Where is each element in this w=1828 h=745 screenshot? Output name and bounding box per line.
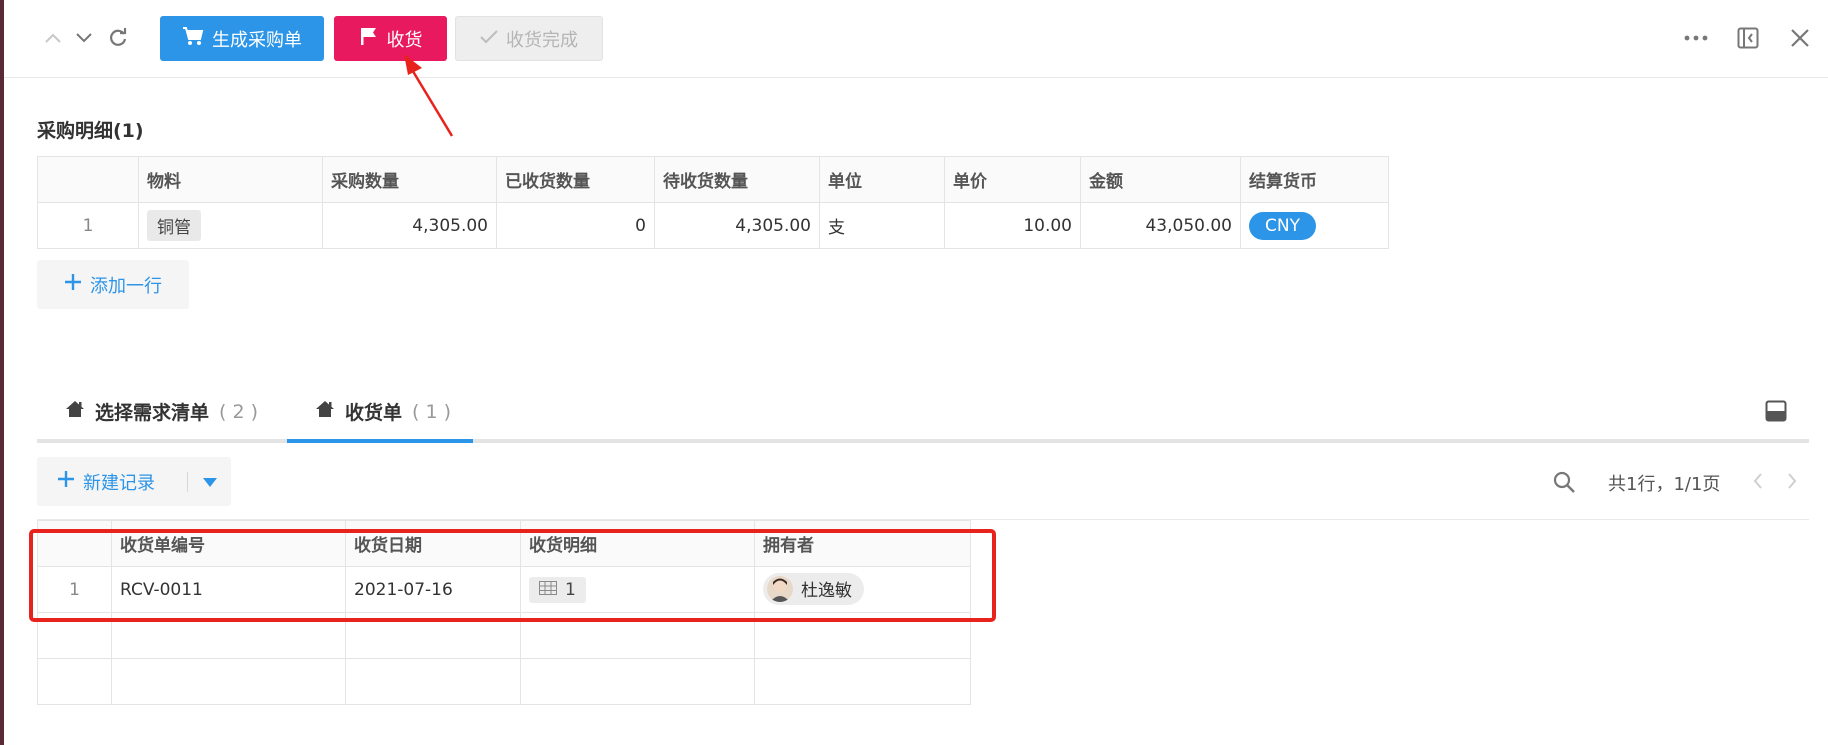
header-index [37, 156, 139, 203]
purchase-detail-table: 物料 采购数量 已收货数量 待收货数量 单位 单价 金额 结算货币 1 铜管 4… [37, 156, 1389, 249]
header-received[interactable]: 已收货数量 [496, 156, 655, 203]
header-currency[interactable]: 结算货币 [1240, 156, 1389, 203]
receive-done-button[interactable]: 收货完成 [455, 16, 603, 61]
header-material[interactable]: 物料 [138, 156, 323, 203]
plus-icon [57, 470, 75, 493]
empty-cell [754, 658, 971, 705]
new-record-dropdown[interactable] [188, 472, 231, 491]
owner-chip[interactable]: 杜逸敏 [763, 572, 864, 605]
header-amount[interactable]: 金额 [1080, 156, 1241, 203]
header-owner[interactable]: 拥有者 [754, 520, 971, 567]
more-icon[interactable] [1680, 22, 1712, 54]
tab-receipts-label: 收货单 [345, 402, 403, 424]
search-icon[interactable] [1552, 470, 1578, 496]
material-tag[interactable]: 铜管 [147, 210, 201, 241]
table-row[interactable]: 1 铜管 4,305.00 0 4,305.00 支 10.00 43,050.… [37, 202, 1389, 249]
layout-toggle-icon[interactable] [1759, 394, 1793, 428]
detail-count: 1 [565, 579, 576, 600]
new-record-label: 新建记录 [83, 472, 155, 494]
header-receipt-date[interactable]: 收货日期 [345, 520, 521, 567]
chevron-right-icon[interactable] [1781, 468, 1803, 494]
purchase-header-row: 物料 采购数量 已收货数量 待收货数量 单位 单价 金额 结算货币 [37, 156, 1389, 203]
new-record-button[interactable]: 新建记录 [37, 469, 187, 495]
receive-label: 收货 [386, 29, 423, 51]
owner-name: 杜逸敏 [801, 581, 852, 601]
header-qty[interactable]: 采购数量 [322, 156, 497, 203]
header-receipt-detail[interactable]: 收货明细 [520, 520, 755, 567]
table-grid-icon [539, 580, 557, 600]
row-index: 1 [37, 202, 139, 249]
purchase-detail-title: 采购明细(1) [37, 120, 144, 142]
receive-done-label: 收货完成 [506, 29, 578, 51]
table-row[interactable]: 1 RCV-0011 2021-07-16 1 杜逸敏 [37, 566, 971, 613]
plus-icon [64, 273, 82, 296]
empty-cell [345, 612, 521, 659]
price-cell[interactable]: 10.00 [944, 202, 1081, 249]
currency-cell[interactable]: CNY [1240, 202, 1389, 249]
empty-row [37, 658, 971, 705]
add-row-label: 添加一行 [90, 275, 162, 297]
related-tabs: 选择需求清单 ( 2 ) 收货单 ( 1 ) [37, 380, 1809, 443]
chevron-up-icon[interactable] [39, 24, 67, 52]
empty-cell [37, 658, 112, 705]
receipt-date-cell[interactable]: 2021-07-16 [345, 566, 521, 613]
add-row-button[interactable]: 添加一行 [37, 260, 189, 309]
receipt-detail-cell[interactable]: 1 [520, 566, 755, 613]
row-index: 1 [37, 566, 112, 613]
tab-receipts-count: ( 1 ) [412, 400, 452, 423]
unit-cell[interactable]: 支 [819, 202, 945, 249]
pending-cell[interactable]: 4,305.00 [654, 202, 820, 249]
home-icon [315, 399, 335, 424]
caret-down-icon [202, 472, 217, 491]
empty-cell [520, 658, 755, 705]
empty-cell [111, 658, 346, 705]
new-record-group: 新建记录 [37, 457, 231, 506]
owner-cell[interactable]: 杜逸敏 [754, 566, 971, 613]
chevron-left-icon[interactable] [1747, 468, 1769, 494]
check-icon [480, 28, 498, 49]
currency-badge[interactable]: CNY [1249, 211, 1316, 240]
collapse-panel-icon[interactable] [1732, 22, 1764, 54]
detail-chip[interactable]: 1 [529, 576, 586, 603]
close-icon[interactable] [1784, 22, 1816, 54]
header-index [37, 520, 112, 567]
record-panel: 生成采购单 收货 收货完成 采购明细(1) 物料 采购数量 已收货数量 待收货数… [4, 0, 1828, 745]
generate-po-button[interactable]: 生成采购单 [160, 16, 324, 61]
material-cell[interactable]: 铜管 [138, 202, 323, 249]
home-icon [65, 399, 85, 424]
receipt-header-row: 收货单编号 收货日期 收货明细 拥有者 [37, 520, 971, 567]
window-backdrop: 生成采购单 收货 收货完成 采购明细(1) 物料 采购数量 已收货数量 待收货数… [0, 0, 1828, 745]
chevron-down-icon[interactable] [70, 24, 98, 52]
header-unit[interactable]: 单位 [819, 156, 945, 203]
generate-po-label: 生成采购单 [212, 29, 302, 51]
empty-cell [37, 612, 112, 659]
empty-cell [111, 612, 346, 659]
pager-summary: 共1行，1/1页 [1608, 474, 1721, 495]
cart-icon [182, 26, 204, 51]
active-tab-indicator [287, 439, 473, 443]
empty-cell [345, 658, 521, 705]
qty-cell[interactable]: 4,305.00 [322, 202, 497, 249]
top-toolbar: 生成采购单 收货 收货完成 [4, 0, 1828, 78]
tab-receipts[interactable]: 收货单 ( 1 ) [315, 380, 451, 443]
empty-cell [520, 612, 755, 659]
avatar [767, 575, 793, 602]
header-pending[interactable]: 待收货数量 [654, 156, 820, 203]
empty-row [37, 612, 971, 659]
header-receipt-code[interactable]: 收货单编号 [111, 520, 346, 567]
empty-cell [754, 612, 971, 659]
header-price[interactable]: 单价 [944, 156, 1081, 203]
refresh-icon[interactable] [104, 24, 132, 52]
receipt-table: 收货单编号 收货日期 收货明细 拥有者 1 RCV-0011 2021-07-1… [37, 520, 971, 705]
tab-demand-list-label: 选择需求清单 [95, 402, 210, 424]
received-cell[interactable]: 0 [496, 202, 655, 249]
receipt-code-cell[interactable]: RCV-0011 [111, 566, 346, 613]
tab-demand-list-count: ( 2 ) [219, 400, 259, 423]
amount-cell[interactable]: 43,050.00 [1080, 202, 1241, 249]
flag-icon [359, 26, 379, 51]
tab-demand-list[interactable]: 选择需求清单 ( 2 ) [65, 380, 258, 443]
receive-button[interactable]: 收货 [334, 16, 447, 61]
